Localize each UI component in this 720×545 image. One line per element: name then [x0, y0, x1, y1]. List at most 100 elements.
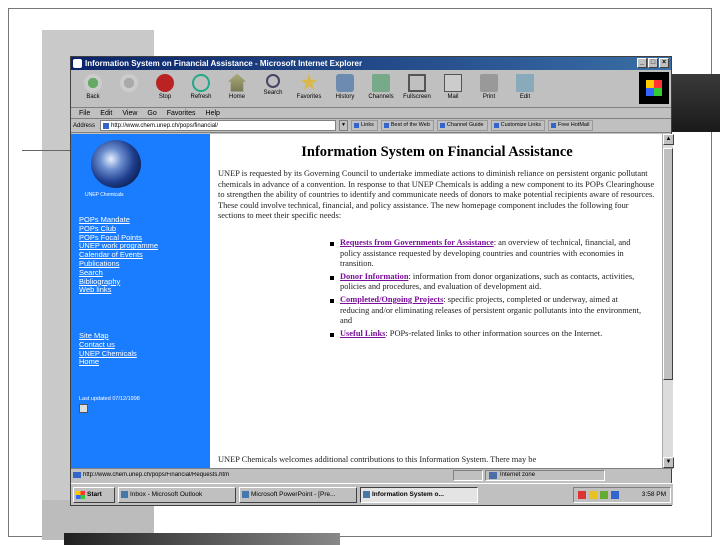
search-button[interactable]: Search: [255, 72, 291, 106]
taskbar-item-ie[interactable]: Information System o...: [360, 486, 478, 503]
page-title: Information System on Financial Assistan…: [301, 144, 573, 160]
link-requests-from-governments[interactable]: Requests from Governments for Assistance: [340, 238, 494, 247]
last-updated-text: Last updated 07/12/1998: [79, 396, 140, 402]
channels-button[interactable]: Channels: [363, 72, 399, 106]
browser-window: Information System on Financial Assistan…: [70, 56, 674, 506]
minimize-button[interactable]: _: [637, 58, 647, 68]
scroll-up-button[interactable]: ▲: [663, 134, 674, 145]
list-item: Completed/Ongoing Projects: specific pro…: [330, 295, 648, 327]
sidebar-nav-secondary: Site Map Contact us UNEP Chemicals Home: [79, 331, 137, 367]
system-tray: 3:58 PM: [573, 486, 671, 503]
list-item: Donor Information: information from dono…: [330, 272, 648, 293]
edit-button[interactable]: Edit: [507, 72, 543, 106]
tray-shield-icon[interactable]: [611, 490, 619, 499]
window-controls: _ □ ×: [637, 58, 669, 68]
stop-icon: [156, 73, 174, 92]
globe-caption: UNEP Chemicals: [85, 192, 124, 198]
back-arrow-icon: [84, 73, 102, 92]
menu-bar: File Edit View Go Favorites Help: [71, 108, 671, 119]
clock: 3:58 PM: [641, 491, 666, 498]
main-content: Information System on Financial Assistan…: [210, 134, 662, 468]
decorative-dark-bar-bottom: [64, 533, 340, 545]
back-button[interactable]: Back: [75, 72, 111, 106]
start-button[interactable]: Start: [73, 486, 115, 503]
taskbar-item-outlook[interactable]: Inbox - Microsoft Outlook: [118, 486, 236, 503]
window-titlebar[interactable]: Information System on Financial Assistan…: [71, 57, 671, 70]
presentation-slide: Information System on Financial Assistan…: [0, 0, 720, 545]
favorites-button[interactable]: Favorites: [291, 72, 327, 106]
stop-button[interactable]: Stop: [147, 72, 183, 106]
window-title: Information System on Financial Assistan…: [85, 59, 363, 68]
history-icon: [336, 73, 354, 92]
sidebar-nav-primary: POPs Mandate POPs Club POPs Focal Points…: [79, 215, 158, 295]
home-icon: [228, 73, 246, 92]
windows-logo-icon: [646, 80, 662, 96]
status-bar: http://www.chem.unep.ch/pops/Financial/R…: [71, 468, 673, 481]
menu-favorites[interactable]: Favorites: [167, 108, 196, 118]
print-icon: [480, 73, 498, 92]
bottom-paragraph: UNEP Chemicals welcomes additional contr…: [218, 455, 537, 464]
page-content: UNEP Chemicals POPs Mandate POPs Club PO…: [71, 134, 673, 468]
list-item-description: : POPs-related links to other informatio…: [385, 328, 603, 338]
link-customize-links[interactable]: Customize Links: [490, 120, 545, 131]
link-donor-information[interactable]: Donor Information: [340, 272, 408, 281]
channels-icon: [372, 73, 390, 92]
section-list: Requests from Governments for Assistance…: [330, 238, 648, 339]
intro-paragraph: UNEP is requested by its Governing Counc…: [218, 169, 655, 221]
close-button[interactable]: ×: [659, 58, 669, 68]
tray-app-icon[interactable]: [578, 490, 586, 499]
menu-edit[interactable]: Edit: [100, 108, 112, 118]
decorative-line: [22, 150, 70, 151]
list-item: Requests from Governments for Assistance…: [330, 238, 648, 270]
tray-network-icon[interactable]: [600, 490, 608, 499]
mail-icon: [444, 73, 462, 92]
status-url: http://www.chem.unep.ch/pops/Financial/R…: [71, 472, 451, 478]
refresh-button[interactable]: Refresh: [183, 72, 219, 106]
fullscreen-button[interactable]: Fullscreen: [399, 72, 435, 106]
taskbar-item-powerpoint[interactable]: Microsoft PowerPoint - [Pre...: [239, 486, 357, 503]
link-channel-guide[interactable]: Channel Guide: [436, 120, 488, 131]
fullscreen-icon: [408, 73, 426, 92]
link-useful-links[interactable]: Useful Links: [340, 329, 385, 338]
scroll-down-button[interactable]: ▼: [663, 457, 674, 468]
address-bar: Address http://www.chem.unep.ch/pops/fin…: [71, 119, 671, 133]
print-button[interactable]: Print: [471, 72, 507, 106]
mail-button[interactable]: Mail: [435, 72, 471, 106]
link-free-hotmail[interactable]: Free HotMail: [547, 120, 594, 131]
refresh-icon: [192, 73, 210, 92]
forward-arrow-icon: [120, 73, 138, 92]
home-button[interactable]: Home: [219, 72, 255, 106]
search-icon: [266, 73, 280, 88]
sidebar-item-home[interactable]: Home: [79, 358, 137, 367]
menu-go[interactable]: Go: [147, 108, 156, 118]
sidebar-item-web-links[interactable]: Web links: [79, 286, 158, 295]
maximize-button[interactable]: □: [648, 58, 658, 68]
browser-toolbar: Back Stop Refresh Home Search Favorites …: [71, 70, 671, 108]
list-item: Useful Links: POPs-related links to othe…: [330, 329, 648, 340]
ie-throbber-icon: [639, 72, 669, 104]
status-cell: [453, 469, 483, 481]
links-button[interactable]: Links: [351, 120, 378, 131]
link-best-of-web[interactable]: Best of the Web: [380, 120, 434, 131]
menu-view[interactable]: View: [122, 108, 137, 118]
vertical-scrollbar[interactable]: ▲ ▼: [662, 134, 674, 468]
taskbar: Start Inbox - Microsoft Outlook Microsof…: [71, 483, 673, 505]
menu-help[interactable]: Help: [206, 108, 220, 118]
updated-image-icon: [79, 404, 88, 413]
scroll-thumb[interactable]: [663, 148, 673, 380]
favorites-icon: [300, 73, 318, 90]
decorative-dark-bar-right: [672, 74, 720, 132]
edit-icon: [516, 73, 534, 92]
tray-volume-icon[interactable]: [589, 490, 597, 499]
menu-file[interactable]: File: [79, 108, 90, 118]
status-zone: Internet zone: [485, 469, 605, 481]
ie-logo-icon: [73, 59, 82, 68]
address-dropdown-button[interactable]: ▼: [339, 120, 348, 131]
globe-logo-icon[interactable]: [91, 140, 141, 188]
link-completed-ongoing-projects[interactable]: Completed/Ongoing Projects: [340, 295, 443, 304]
history-button[interactable]: History: [327, 72, 363, 106]
forward-button[interactable]: [111, 72, 147, 106]
sidebar: UNEP Chemicals POPs Mandate POPs Club PO…: [71, 134, 210, 468]
address-label: Address: [73, 122, 96, 129]
address-input[interactable]: http://www.chem.unep.ch/pops/financial/: [100, 120, 336, 131]
